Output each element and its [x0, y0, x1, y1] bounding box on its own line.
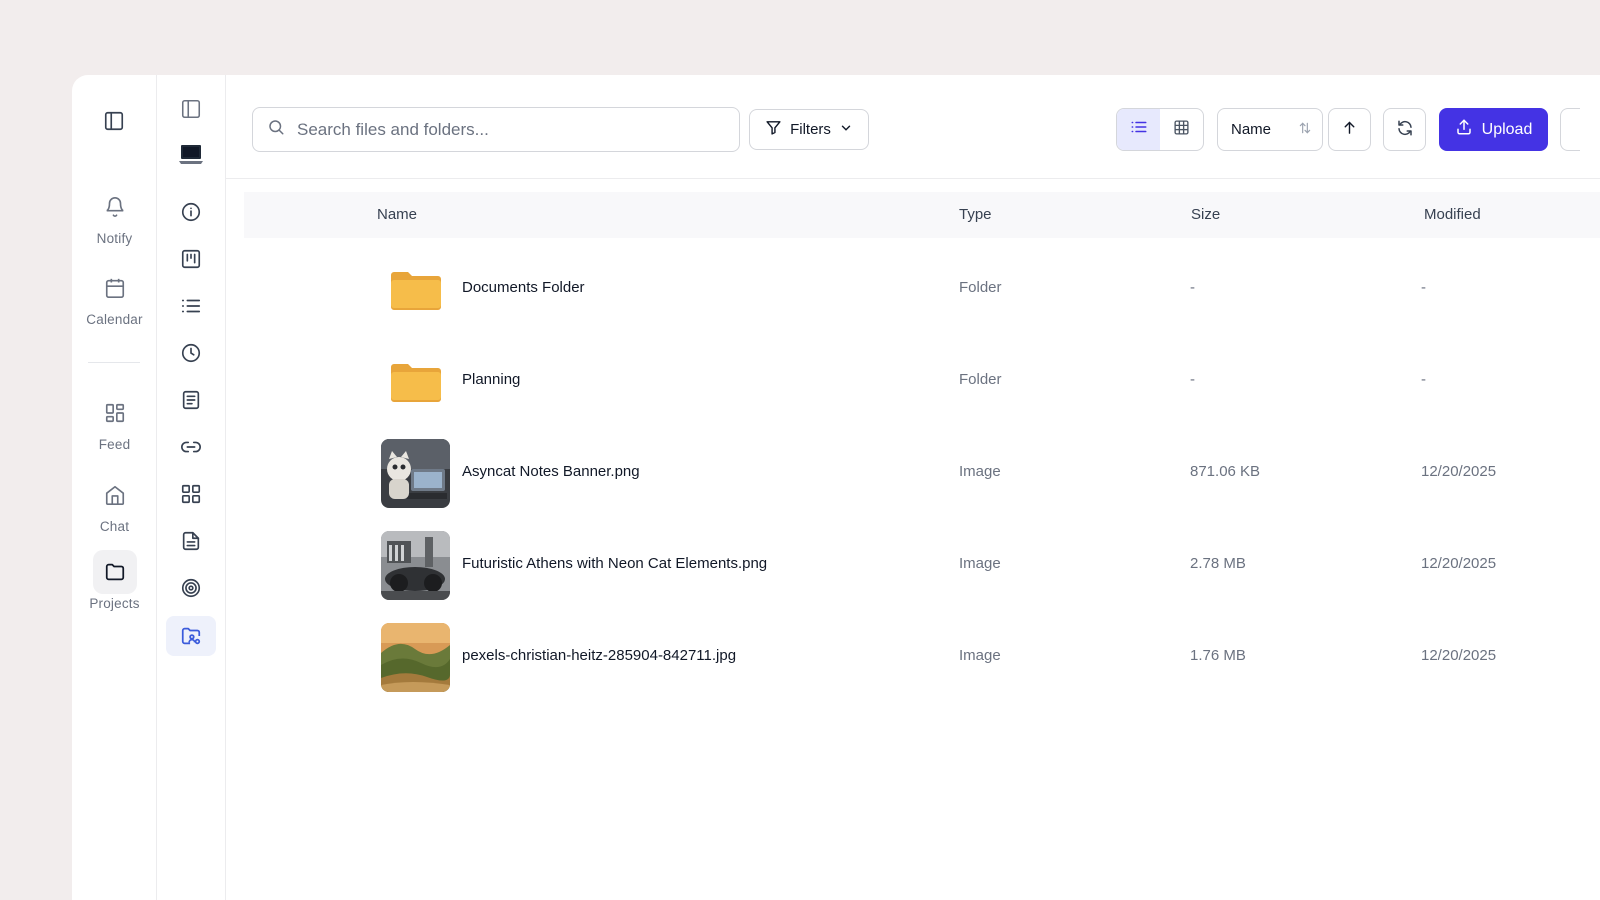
rail-item-feed[interactable]: Feed [72, 391, 157, 452]
folder-thumbnail-icon [381, 347, 450, 416]
image-thumbnail [381, 531, 450, 600]
folder-icon [92, 550, 137, 594]
folder-thumbnail-icon [381, 255, 450, 324]
app-window: Notify Calendar Feed Chat Projects Searc… [72, 75, 1600, 900]
kanban-icon[interactable] [166, 239, 216, 279]
file-size: - [1190, 371, 1195, 388]
view-toggle [1116, 108, 1204, 151]
image-thumbnail [381, 439, 450, 508]
sort-select[interactable]: Name [1217, 108, 1323, 151]
search-box [252, 107, 740, 152]
file-modified: 12/20/2025 [1421, 555, 1497, 572]
rail-item-notify[interactable]: Notify [72, 185, 157, 246]
grid-icon[interactable] [166, 474, 216, 514]
file-type: Image [959, 647, 1001, 664]
primary-sidebar: Notify Calendar Feed Chat Projects [72, 75, 157, 900]
refresh-icon [1396, 119, 1414, 141]
link-icon[interactable] [166, 427, 216, 467]
file-name: Futuristic Athens with Neon Cat Elements… [462, 555, 768, 572]
file-name: Planning [462, 371, 521, 388]
file-type: Image [959, 555, 1001, 572]
column-header-name[interactable]: Name [377, 206, 417, 223]
file-modified: 12/20/2025 [1421, 647, 1497, 664]
laptop-icon[interactable] [166, 135, 216, 175]
sidebar-toggle-icon[interactable] [100, 107, 128, 135]
file-type: Folder [959, 371, 1002, 388]
notes-icon[interactable] [166, 380, 216, 420]
bell-icon [93, 185, 137, 229]
table-row[interactable]: Asyncat Notes Banner.png Image 871.06 KB… [244, 425, 1600, 517]
upload-label: Upload [1481, 120, 1533, 138]
filters-label: Filters [790, 121, 831, 138]
upload-icon [1455, 118, 1473, 141]
file-modified: - [1421, 371, 1426, 388]
upload-button[interactable]: Upload [1439, 108, 1548, 151]
image-thumbnail [381, 623, 450, 692]
table-row[interactable]: pexels-christian-heitz-285904-842711.jpg… [244, 609, 1600, 701]
table-grid-icon [1173, 119, 1190, 141]
column-header-modified[interactable]: Modified [1424, 206, 1481, 223]
grid-view-button[interactable] [1160, 109, 1203, 150]
file-type: Folder [959, 279, 1002, 296]
file-modified: 12/20/2025 [1421, 463, 1497, 480]
more-button[interactable] [1560, 108, 1580, 151]
table-row[interactable]: Documents Folder Folder - - [244, 241, 1600, 333]
file-modified: - [1421, 279, 1426, 296]
table-row[interactable]: Planning Folder - - [244, 333, 1600, 425]
rail-item-label: Feed [98, 437, 131, 452]
rail-item-label: Notify [96, 231, 133, 246]
rail-item-chat[interactable]: Chat [72, 473, 157, 534]
target-icon[interactable] [166, 568, 216, 608]
sort-direction-button[interactable] [1328, 108, 1371, 151]
search-icon [267, 118, 285, 141]
table-header: Name Type Size Modified [244, 192, 1600, 238]
sort-arrows-icon [1298, 121, 1312, 139]
rail-item-calendar[interactable]: Calendar [72, 266, 157, 327]
clock-icon[interactable] [166, 333, 216, 373]
project-sidebar [157, 75, 226, 900]
chevron-down-icon [839, 121, 853, 139]
file-size: 871.06 KB [1190, 463, 1261, 480]
file-size: 1.76 MB [1190, 647, 1246, 664]
shared-folder-icon[interactable] [166, 616, 216, 656]
column-header-size[interactable]: Size [1191, 206, 1220, 223]
toolbar: Filters Name [226, 75, 1600, 179]
info-icon[interactable] [166, 192, 216, 232]
search-input[interactable] [297, 119, 717, 140]
list-view-icon [1130, 118, 1148, 141]
file-name: Documents Folder [462, 279, 585, 296]
list-icon[interactable] [166, 286, 216, 326]
refresh-button[interactable] [1383, 108, 1426, 151]
filters-button[interactable]: Filters [749, 109, 869, 150]
sort-label: Name [1231, 121, 1272, 138]
file-type: Image [959, 463, 1001, 480]
file-name: pexels-christian-heitz-285904-842711.jpg [462, 647, 737, 664]
feed-grid-icon [93, 391, 137, 435]
list-view-button[interactable] [1117, 109, 1160, 150]
rail-divider [88, 362, 140, 363]
filter-icon [765, 119, 782, 140]
file-name: Asyncat Notes Banner.png [462, 463, 640, 480]
arrow-up-icon [1341, 119, 1358, 140]
rail-item-label: Projects [89, 596, 140, 611]
rail-item-label: Calendar [86, 312, 143, 327]
file-browser: Filters Name [226, 75, 1600, 900]
rail-item-projects[interactable]: Projects [72, 550, 157, 611]
sidebar-toggle-icon[interactable] [166, 89, 216, 129]
document-icon[interactable] [166, 521, 216, 561]
file-size: 2.78 MB [1190, 555, 1246, 572]
rail-item-label: Chat [99, 519, 130, 534]
calendar-icon [93, 266, 137, 310]
table-row[interactable]: Futuristic Athens with Neon Cat Elements… [244, 517, 1600, 609]
column-header-type[interactable]: Type [959, 206, 992, 223]
file-size: - [1190, 279, 1195, 296]
home-icon [93, 473, 137, 517]
